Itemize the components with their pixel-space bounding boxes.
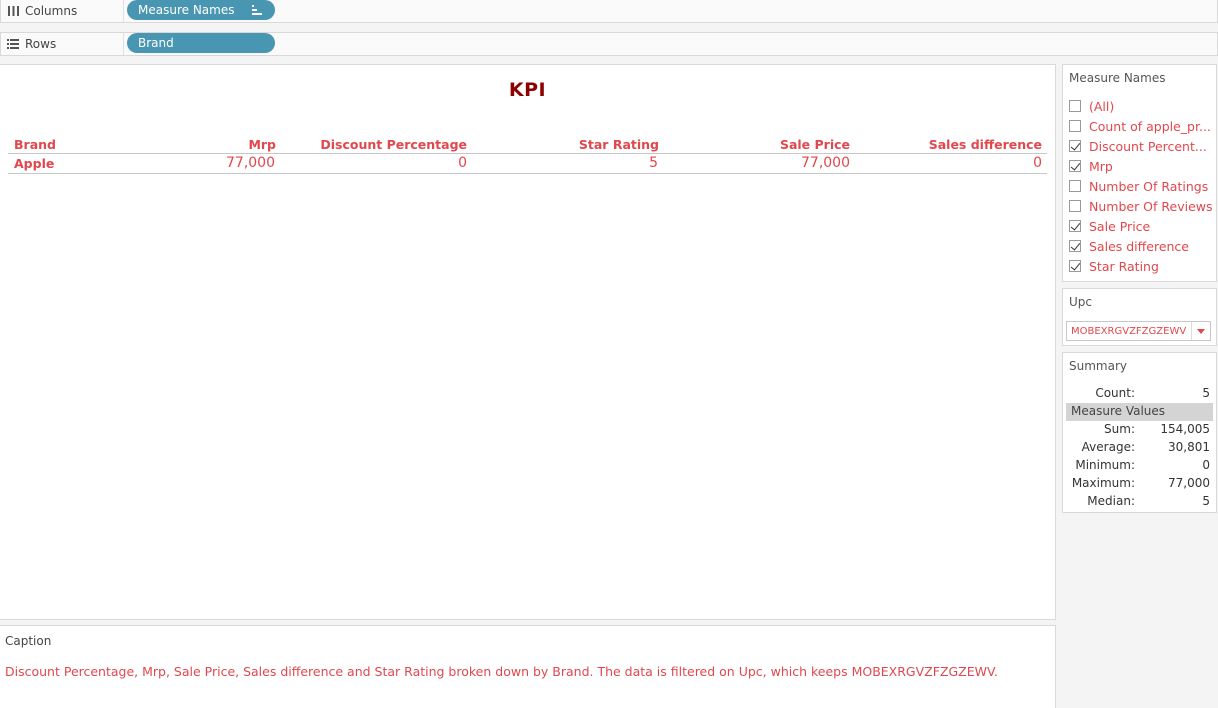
header-discount-percentage[interactable]: Discount Percentage	[320, 137, 467, 152]
checkbox[interactable]	[1069, 180, 1081, 192]
cell-sale-price[interactable]: 77,000	[801, 155, 850, 171]
summary-row: Maximum: 77,000	[1066, 475, 1213, 493]
rows-icon	[6, 39, 20, 49]
cell-discount-percentage[interactable]: 0	[458, 155, 467, 171]
caption-panel: Caption Discount Percentage, Mrp, Sale P…	[0, 625, 1056, 708]
summary-maximum-value: 77,000	[1168, 476, 1210, 490]
measure-name-filter-item[interactable]: Number Of Ratings	[1069, 177, 1208, 195]
upc-dropdown-value: MOBEXRGVZFZGZEWV	[1071, 325, 1187, 337]
summary-median-label: Median:	[1087, 494, 1135, 508]
cell-mrp[interactable]: 77,000	[226, 155, 275, 171]
columns-shelf-label-area: Columns	[1, 0, 124, 22]
cell-brand[interactable]: Apple	[14, 156, 54, 171]
upc-filter-card: Upc MOBEXRGVZFZGZEWV	[1062, 288, 1217, 346]
header-sales-difference[interactable]: Sales difference	[929, 137, 1042, 152]
measure-name-filter-label: Sale Price	[1089, 218, 1151, 234]
summary-count-row: Count: 5	[1066, 385, 1213, 403]
summary-row: Average: 30,801	[1066, 439, 1213, 457]
checkbox[interactable]	[1069, 220, 1081, 232]
columns-shelf[interactable]: Columns Measure Names	[0, 0, 1218, 23]
checkbox[interactable]	[1069, 200, 1081, 212]
row-divider	[8, 173, 1047, 174]
measure-name-filter-item[interactable]: Discount Percent...	[1069, 137, 1207, 155]
measure-name-filter-item[interactable]: (All)	[1069, 97, 1114, 115]
summary-median-value: 5	[1202, 494, 1210, 508]
header-mrp[interactable]: Mrp	[248, 137, 276, 152]
checkbox[interactable]	[1069, 120, 1081, 132]
measure-names-filter-card: Measure Names (All) Count of apple_pr... D…	[1062, 64, 1217, 282]
measure-name-filter-item[interactable]: Number Of Reviews	[1069, 197, 1213, 215]
measure-name-filter-item[interactable]: Sale Price	[1069, 217, 1150, 235]
sort-icon[interactable]	[252, 4, 263, 18]
summary-row: Median: 5	[1066, 493, 1213, 511]
measure-names-pill[interactable]: Measure Names	[127, 0, 275, 20]
measure-name-filter-label: Star Rating	[1089, 258, 1159, 274]
rows-shelf-label-area: Rows	[1, 33, 124, 55]
summary-section-header: Measure Values	[1066, 403, 1213, 421]
brand-pill-label: Brand	[138, 36, 174, 50]
summary-sum-value: 154,005	[1160, 422, 1210, 436]
measure-name-filter-label: (All)	[1089, 98, 1115, 114]
worksheet-view: KPI Brand Mrp Discount Percentage Star R…	[0, 64, 1056, 620]
upc-dropdown[interactable]: MOBEXRGVZFZGZEWV	[1066, 321, 1211, 341]
rows-label: Rows	[25, 37, 57, 51]
measure-names-card-title: Measure Names	[1069, 71, 1166, 85]
header-divider	[8, 153, 1047, 154]
header-brand[interactable]: Brand	[14, 137, 56, 152]
summary-average-value: 30,801	[1168, 440, 1210, 454]
rows-shelf[interactable]: Rows Brand	[0, 32, 1218, 56]
summary-row: Minimum: 0	[1066, 457, 1213, 475]
measure-name-filter-label: Number Of Ratings	[1089, 178, 1209, 194]
columns-icon	[6, 6, 20, 16]
columns-label: Columns	[25, 4, 78, 18]
summary-minimum-label: Minimum:	[1075, 458, 1135, 472]
header-sale-price[interactable]: Sale Price	[780, 137, 850, 152]
checkbox[interactable]	[1069, 100, 1081, 112]
header-star-rating[interactable]: Star Rating	[579, 137, 659, 152]
caption-title: Caption	[5, 634, 52, 648]
measure-name-filter-item[interactable]: Mrp	[1069, 157, 1113, 175]
checkbox[interactable]	[1069, 240, 1081, 252]
measure-name-filter-label: Mrp	[1089, 158, 1113, 174]
summary-average-label: Average:	[1081, 440, 1135, 454]
summary-card-title: Summary	[1069, 359, 1127, 373]
summary-minimum-value: 0	[1202, 458, 1210, 472]
measure-name-filter-label: Count of apple_pr...	[1089, 118, 1211, 134]
brand-pill[interactable]: Brand	[127, 33, 275, 53]
summary-count-value: 5	[1202, 386, 1210, 400]
measure-name-filter-item[interactable]: Star Rating	[1069, 257, 1159, 275]
measure-name-filter-label: Number Of Reviews	[1089, 198, 1213, 214]
checkbox[interactable]	[1069, 260, 1081, 272]
summary-sum-label: Sum:	[1104, 422, 1135, 436]
upc-card-title: Upc	[1069, 295, 1092, 309]
cell-sales-difference[interactable]: 0	[1033, 155, 1042, 171]
measure-name-filter-item[interactable]: Count of apple_pr...	[1069, 117, 1211, 135]
measure-name-filter-label: Discount Percent...	[1089, 138, 1207, 154]
summary-maximum-label: Maximum:	[1071, 476, 1135, 490]
summary-row: Sum: 154,005	[1066, 421, 1213, 439]
view-title: KPI	[508, 79, 547, 101]
caption-text: Discount Percentage, Mrp, Sale Price, Sa…	[5, 664, 998, 679]
checkbox[interactable]	[1069, 160, 1081, 172]
measure-name-filter-label: Sales difference	[1089, 238, 1189, 254]
summary-card: Summary Count: 5 Measure Values Sum: 154…	[1062, 352, 1217, 513]
checkbox[interactable]	[1069, 140, 1081, 152]
summary-section-label: Measure Values	[1071, 404, 1166, 418]
measure-name-filter-item[interactable]: Sales difference	[1069, 237, 1189, 255]
dropdown-arrow-icon[interactable]	[1191, 322, 1210, 340]
summary-count-label: Count:	[1095, 386, 1135, 400]
measure-names-pill-label: Measure Names	[138, 3, 235, 17]
cell-star-rating[interactable]: 5	[649, 155, 658, 171]
